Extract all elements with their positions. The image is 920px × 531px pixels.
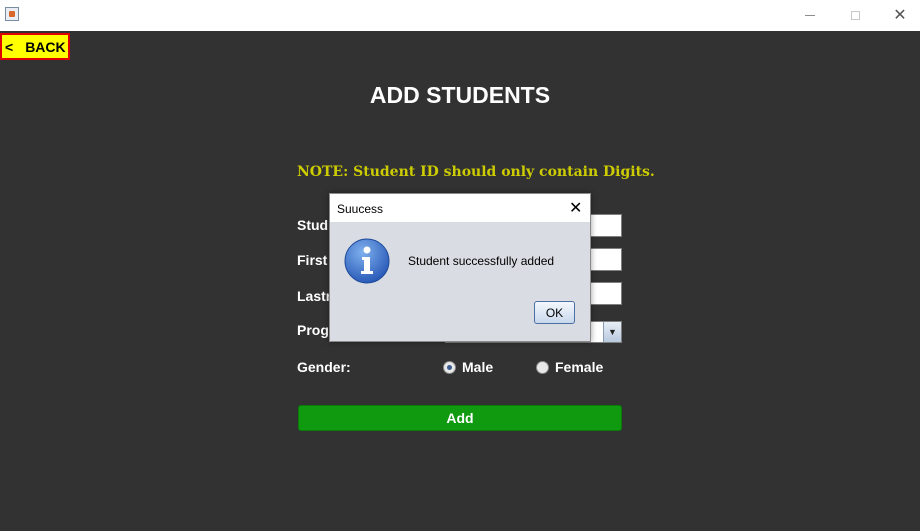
back-button[interactable]: < BACK xyxy=(0,33,70,60)
information-icon xyxy=(344,238,390,284)
chevron-left-icon: < xyxy=(5,38,14,55)
first-name-label: First xyxy=(297,252,328,268)
gender-male-label: Male xyxy=(462,359,494,375)
radio-selected-icon xyxy=(443,360,456,374)
gender-female-radio[interactable]: Female xyxy=(536,359,603,375)
chevron-down-icon[interactable]: ▼ xyxy=(603,322,621,342)
radio-unselected-icon xyxy=(536,360,549,374)
gender-male-radio[interactable]: Male xyxy=(443,359,493,375)
gender-label: Gender: xyxy=(297,359,351,375)
program-label: Prog xyxy=(297,322,329,338)
close-icon[interactable]: ✕ xyxy=(885,4,915,26)
dialog-titlebar: Suucess ✕ xyxy=(330,194,590,222)
maximize-icon[interactable] xyxy=(840,4,870,26)
note-text: NOTE: Student ID should only contain Dig… xyxy=(297,164,655,180)
ok-button[interactable]: OK xyxy=(534,301,575,324)
dialog-title: Suucess xyxy=(337,202,384,216)
dialog-close-icon[interactable]: ✕ xyxy=(569,198,582,218)
minimize-icon[interactable] xyxy=(795,4,825,26)
success-dialog: Suucess ✕ Student successfully added OK xyxy=(329,193,591,342)
gender-female-label: Female xyxy=(555,359,604,375)
java-app-icon xyxy=(5,7,19,21)
window-titlebar: ✕ xyxy=(0,0,920,31)
page-title: ADD STUDENTS xyxy=(369,82,551,108)
student-id-label: Stud xyxy=(297,217,329,233)
add-button[interactable]: Add xyxy=(298,405,622,431)
dialog-message: Student successfully added xyxy=(408,254,555,268)
back-button-label: BACK xyxy=(25,38,66,55)
